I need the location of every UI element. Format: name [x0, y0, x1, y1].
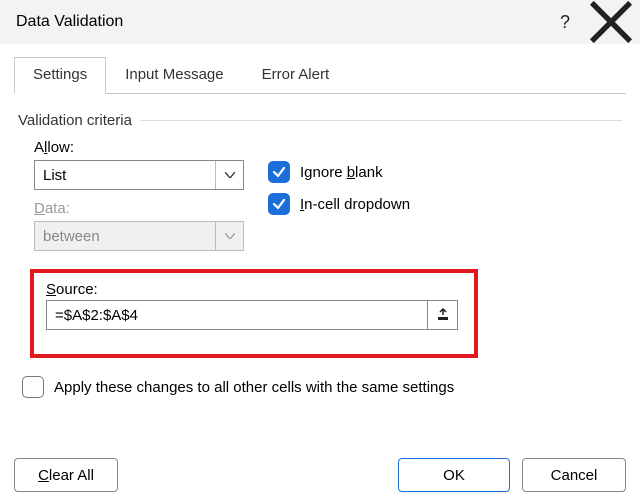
check-icon [268, 161, 290, 183]
check-icon [268, 193, 290, 215]
collapse-dialog-button[interactable] [428, 300, 458, 330]
allow-combo[interactable]: List [34, 160, 244, 190]
apply-to-all-label: Apply these changes to all other cells w… [54, 379, 454, 396]
ignore-blank-checkbox[interactable]: Ignore blank [268, 161, 410, 183]
clear-all-button[interactable]: Clear All [14, 458, 118, 492]
chevron-down-icon [215, 161, 243, 189]
allow-label: Allow: [34, 139, 248, 156]
tab-error-alert[interactable]: Error Alert [243, 57, 349, 94]
allow-value: List [35, 167, 215, 184]
tab-bar: Settings Input Message Error Alert [14, 56, 626, 94]
source-highlight: Source: [30, 269, 478, 358]
in-cell-dropdown-checkbox[interactable]: In-cell dropdown [268, 193, 410, 215]
dialog-footer: Clear All OK Cancel [14, 458, 626, 492]
validation-criteria-heading: Validation criteria [18, 112, 622, 129]
titlebar: Data Validation ? [0, 0, 640, 44]
apply-to-all-checkbox[interactable]: Apply these changes to all other cells w… [18, 376, 622, 398]
chevron-down-icon [215, 222, 243, 250]
ok-button[interactable]: OK [398, 458, 510, 492]
checkbox-empty-icon [22, 376, 44, 398]
cancel-button[interactable]: Cancel [522, 458, 626, 492]
close-button[interactable] [588, 0, 634, 44]
close-icon [588, 0, 634, 45]
source-input[interactable] [46, 300, 428, 330]
data-combo: between [34, 221, 244, 251]
data-label: Data: [34, 200, 248, 217]
data-value: between [35, 228, 215, 245]
dialog-title: Data Validation [16, 13, 542, 31]
help-button[interactable]: ? [542, 0, 588, 44]
ignore-blank-label: Ignore blank [300, 164, 383, 181]
tab-settings[interactable]: Settings [14, 57, 106, 94]
source-label: Source: [46, 281, 458, 298]
tab-input-message[interactable]: Input Message [106, 57, 242, 94]
range-selector-icon [436, 308, 450, 322]
in-cell-dropdown-label: In-cell dropdown [300, 196, 410, 213]
